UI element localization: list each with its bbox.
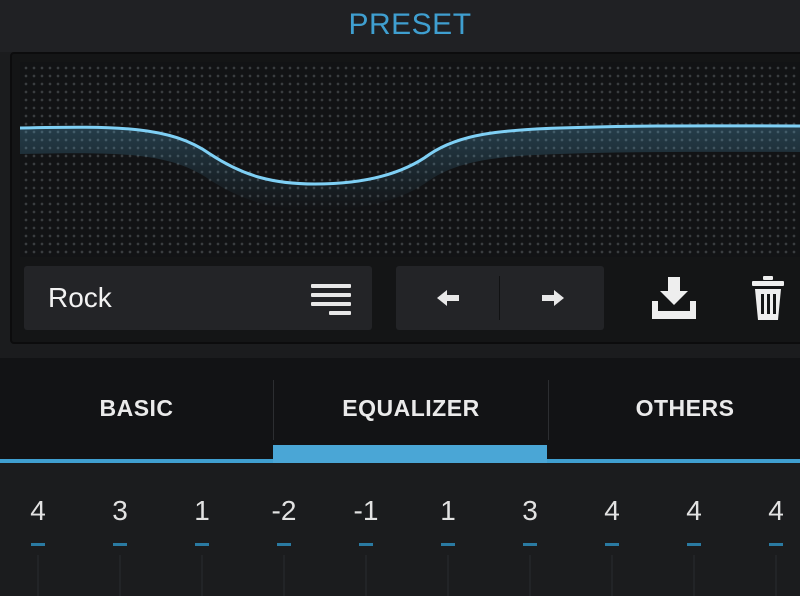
band-value: 4 (768, 495, 784, 526)
preset-name: Rock (48, 282, 112, 313)
band-value: 3 (112, 495, 128, 526)
header-bar: PRESET (0, 0, 800, 52)
band-value: 4 (686, 495, 702, 526)
next-preset-button[interactable] (501, 266, 604, 330)
band-track[interactable] (529, 555, 531, 596)
band-track[interactable] (365, 555, 367, 596)
band-thumb[interactable] (195, 543, 209, 546)
band-track[interactable] (693, 555, 695, 596)
eq-band-slider[interactable]: 4 (571, 463, 653, 596)
band-value: 3 (522, 495, 538, 526)
band-thumb[interactable] (605, 543, 619, 546)
band-track[interactable] (447, 555, 449, 596)
list-menu-icon[interactable] (311, 284, 355, 315)
delete-preset-button[interactable] (738, 266, 798, 330)
preset-navigation (396, 266, 604, 330)
band-track[interactable] (611, 555, 613, 596)
eq-curve-graph (20, 62, 800, 257)
band-thumb[interactable] (113, 543, 127, 546)
eq-band-slider[interactable]: -1 (325, 463, 407, 596)
eq-curve (20, 124, 800, 210)
arrow-right-icon (541, 290, 564, 306)
eq-band-slider[interactable]: 3 (79, 463, 161, 596)
band-value: -2 (271, 495, 297, 526)
band-thumb[interactable] (441, 543, 455, 546)
arrow-left-icon (436, 290, 459, 306)
save-preset-button[interactable] (644, 266, 704, 330)
preset-selector[interactable]: Rock (24, 266, 372, 330)
tab-basic[interactable]: BASIC (0, 358, 273, 458)
preset-panel: Rock (10, 52, 800, 344)
band-track[interactable] (283, 555, 285, 596)
band-thumb[interactable] (769, 543, 783, 546)
eq-band-slider[interactable]: 4 (653, 463, 735, 596)
band-value: 1 (440, 495, 456, 526)
eq-band-slider[interactable]: -2 (243, 463, 325, 596)
trash-icon (752, 276, 784, 320)
nav-divider (499, 276, 500, 320)
tab-equalizer[interactable]: EQUALIZER (274, 358, 548, 458)
band-thumb[interactable] (523, 543, 537, 546)
band-thumb[interactable] (359, 543, 373, 546)
eq-band-slider[interactable]: 3 (489, 463, 571, 596)
band-track[interactable] (775, 555, 777, 596)
eq-bands: 4 3 1 -2 -1 1 3 4 4 4 (0, 463, 800, 596)
eq-band-slider[interactable]: 4 (0, 463, 79, 596)
band-track[interactable] (201, 555, 203, 596)
eq-band-slider[interactable]: 1 (161, 463, 243, 596)
page-title: PRESET (348, 8, 472, 41)
tab-others[interactable]: OTHERS (549, 358, 800, 458)
band-value: 4 (604, 495, 620, 526)
band-thumb[interactable] (277, 543, 291, 546)
download-icon (652, 277, 696, 319)
eq-band-slider[interactable]: 1 (407, 463, 489, 596)
band-thumb[interactable] (687, 543, 701, 546)
previous-preset-button[interactable] (396, 266, 499, 330)
band-value: 1 (194, 495, 210, 526)
band-track[interactable] (119, 555, 121, 596)
selected-tab-indicator (273, 445, 547, 463)
band-thumb[interactable] (31, 543, 45, 546)
band-track[interactable] (37, 555, 39, 596)
band-value: -1 (353, 495, 379, 526)
eq-band-slider[interactable]: 4 (735, 463, 800, 596)
band-value: 4 (30, 495, 46, 526)
